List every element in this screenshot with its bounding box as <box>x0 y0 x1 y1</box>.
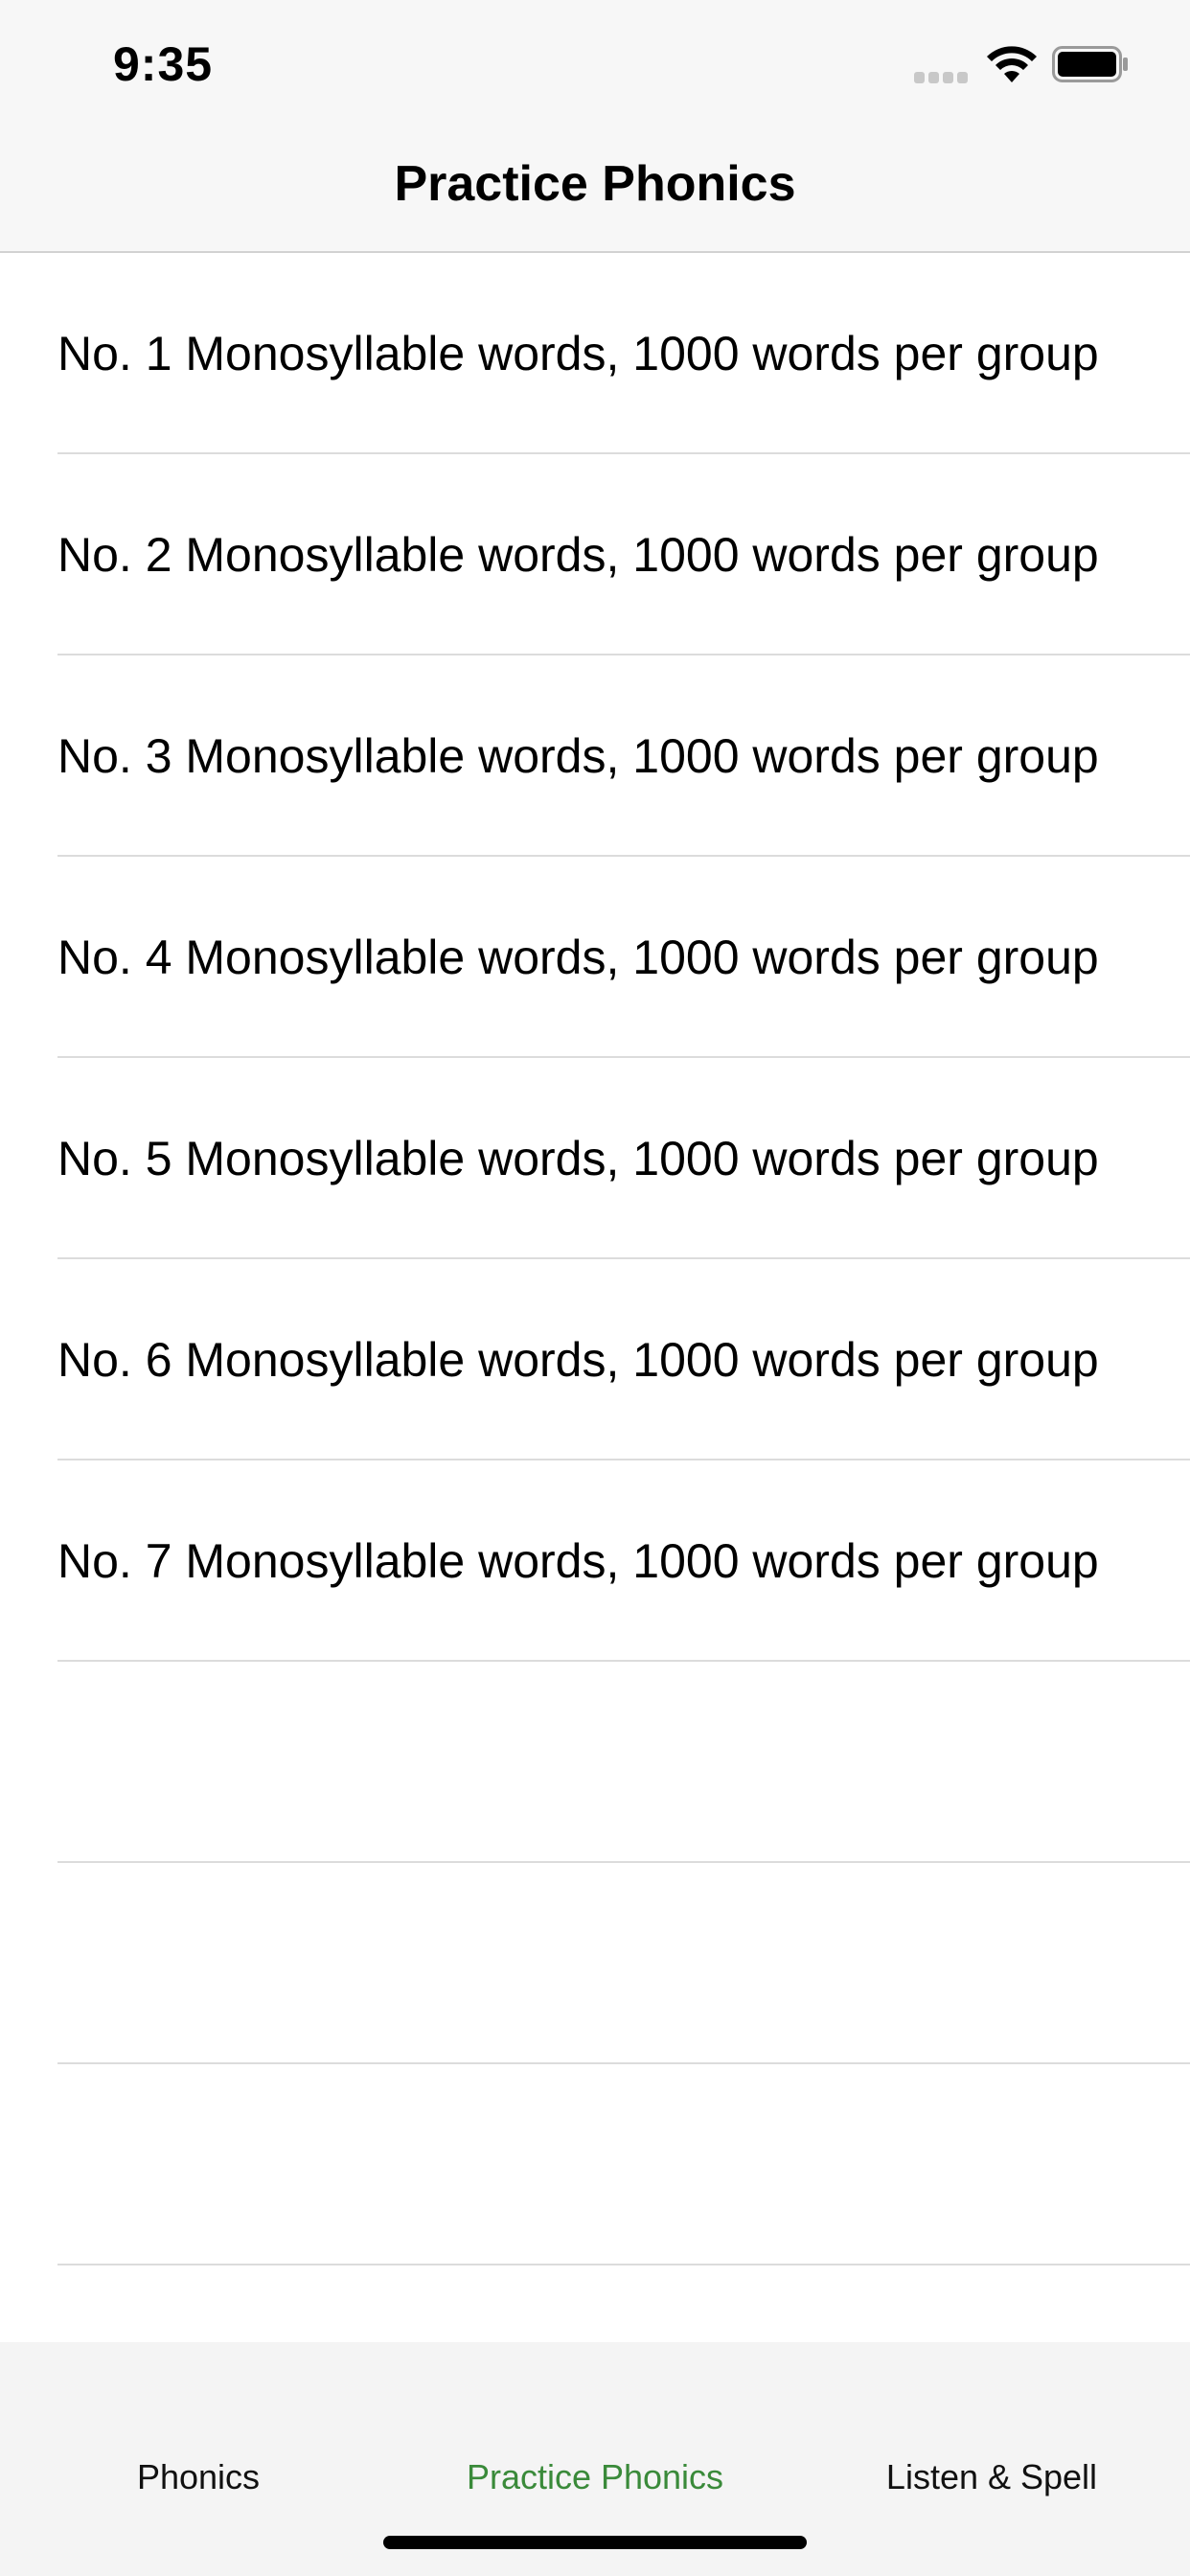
cellular-signal-icon <box>914 72 968 83</box>
list-item-label: No. 2 Monosyllable words, 1000 words per… <box>57 528 1099 582</box>
list-item-label: No. 3 Monosyllable words, 1000 words per… <box>57 729 1099 783</box>
list-item-label: No. 1 Monosyllable words, 1000 words per… <box>57 327 1099 380</box>
group-list: No. 1 Monosyllable words, 1000 words per… <box>0 253 1190 2342</box>
tab-label: Listen & Spell <box>885 2457 1098 2496</box>
list-item[interactable]: No. 4 Monosyllable words, 1000 words per… <box>0 857 1190 1058</box>
list-item-label: No. 4 Monosyllable words, 1000 words per… <box>57 931 1099 984</box>
list-item[interactable]: No. 3 Monosyllable words, 1000 words per… <box>0 656 1190 857</box>
tab-phonics[interactable]: Phonics <box>0 2342 397 2576</box>
list-item-label: No. 5 Monosyllable words, 1000 words per… <box>57 1132 1099 1185</box>
list-item[interactable]: No. 7 Monosyllable words, 1000 words per… <box>0 1460 1190 1662</box>
status-bar: 9:35 <box>0 0 1190 126</box>
battery-icon <box>1052 46 1128 82</box>
list-item[interactable]: No. 2 Monosyllable words, 1000 words per… <box>0 454 1190 656</box>
navigation-bar: Practice Phonics <box>0 126 1190 253</box>
tab-label: Practice Phonics <box>466 2457 724 2496</box>
empty-row <box>0 2064 1190 2266</box>
wifi-icon <box>987 46 1037 82</box>
empty-row <box>0 1863 1190 2064</box>
empty-row <box>0 1662 1190 1863</box>
list-item-label: No. 6 Monosyllable words, 1000 words per… <box>57 1333 1099 1387</box>
home-indicator[interactable] <box>383 2536 807 2549</box>
list-item[interactable]: No. 1 Monosyllable words, 1000 words per… <box>0 253 1190 454</box>
list-item[interactable]: No. 5 Monosyllable words, 1000 words per… <box>0 1058 1190 1259</box>
list-item-label: No. 7 Monosyllable words, 1000 words per… <box>57 1534 1099 1588</box>
tab-listen-and-spell[interactable]: Listen & Spell <box>793 2342 1190 2576</box>
status-time: 9:35 <box>113 37 214 91</box>
tab-label: Phonics <box>136 2457 261 2496</box>
page-title: Practice Phonics <box>394 156 796 212</box>
list-item[interactable]: No. 6 Monosyllable words, 1000 words per… <box>0 1259 1190 1460</box>
